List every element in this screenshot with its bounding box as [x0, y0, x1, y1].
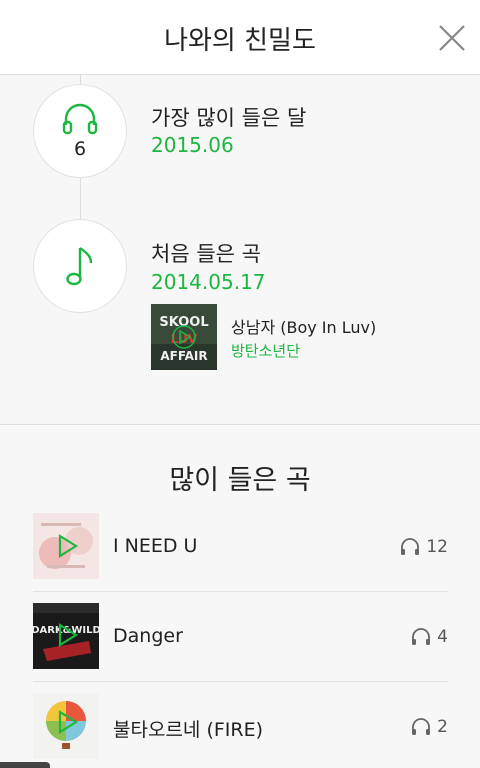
play-count: 2 — [411, 717, 448, 737]
close-button[interactable] — [432, 18, 472, 58]
most-listened-label: 가장 많이 들은 달 — [151, 106, 307, 130]
first-song-artist[interactable]: 방탄소년단 — [231, 340, 300, 361]
first-listened-value: 2014.05.17 — [151, 270, 266, 294]
close-icon — [439, 25, 465, 51]
headphones-icon — [412, 718, 431, 735]
play-count-value: 12 — [426, 537, 448, 557]
first-listened-label: 처음 들은 곡 — [151, 242, 261, 266]
most-listened-count: 6 — [73, 138, 87, 160]
album-cover-fire — [33, 693, 99, 759]
most-listened-circle: 6 — [33, 84, 127, 178]
top-song-item[interactable]: DARK&WILD Danger 4 — [33, 603, 448, 670]
play-count-value: 2 — [437, 717, 448, 737]
row-divider — [33, 681, 448, 682]
first-listened-circle — [33, 219, 127, 313]
song-title: 불타오르네 (FIRE) — [113, 719, 264, 741]
album-cover-i-need-u — [33, 513, 99, 579]
first-song-item[interactable]: SKOOL LUV AFFAIR 상남자 (Boy In Luv) 방탄소년단 — [151, 304, 451, 370]
row-divider — [33, 591, 448, 592]
song-title: I NEED U — [113, 535, 198, 557]
bottom-tab-handle[interactable] — [0, 762, 50, 768]
header: 나와의 친밀도 — [0, 0, 480, 75]
svg-text:DARK&WILD: DARK&WILD — [33, 625, 99, 636]
song-title: Danger — [113, 625, 183, 647]
top-songs-title: 많이 들은 곡 — [169, 465, 311, 496]
music-note-icon — [34, 244, 126, 292]
headphones-icon — [34, 103, 126, 139]
most-listened-value: 2015.06 — [151, 133, 234, 157]
page-title: 나와의 친밀도 — [164, 26, 316, 56]
album-cover-dark-and-wild: DARK&WILD — [33, 603, 99, 669]
top-song-item[interactable]: I NEED U 12 — [33, 513, 448, 580]
svg-text:SKOOL: SKOOL — [159, 315, 208, 330]
play-count-value: 4 — [437, 627, 448, 647]
section-divider — [0, 424, 480, 425]
headphones-icon — [401, 538, 420, 555]
first-song-title: 상남자 (Boy In Luv) — [231, 318, 377, 337]
top-song-item[interactable]: 불타오르네 (FIRE) 2 — [33, 693, 448, 760]
headphones-icon — [412, 628, 431, 645]
play-count: 4 — [411, 627, 448, 647]
play-count: 12 — [400, 537, 448, 557]
album-cover-skool-luv-affair: SKOOL LUV AFFAIR — [151, 304, 217, 370]
svg-text:AFFAIR: AFFAIR — [160, 349, 207, 363]
